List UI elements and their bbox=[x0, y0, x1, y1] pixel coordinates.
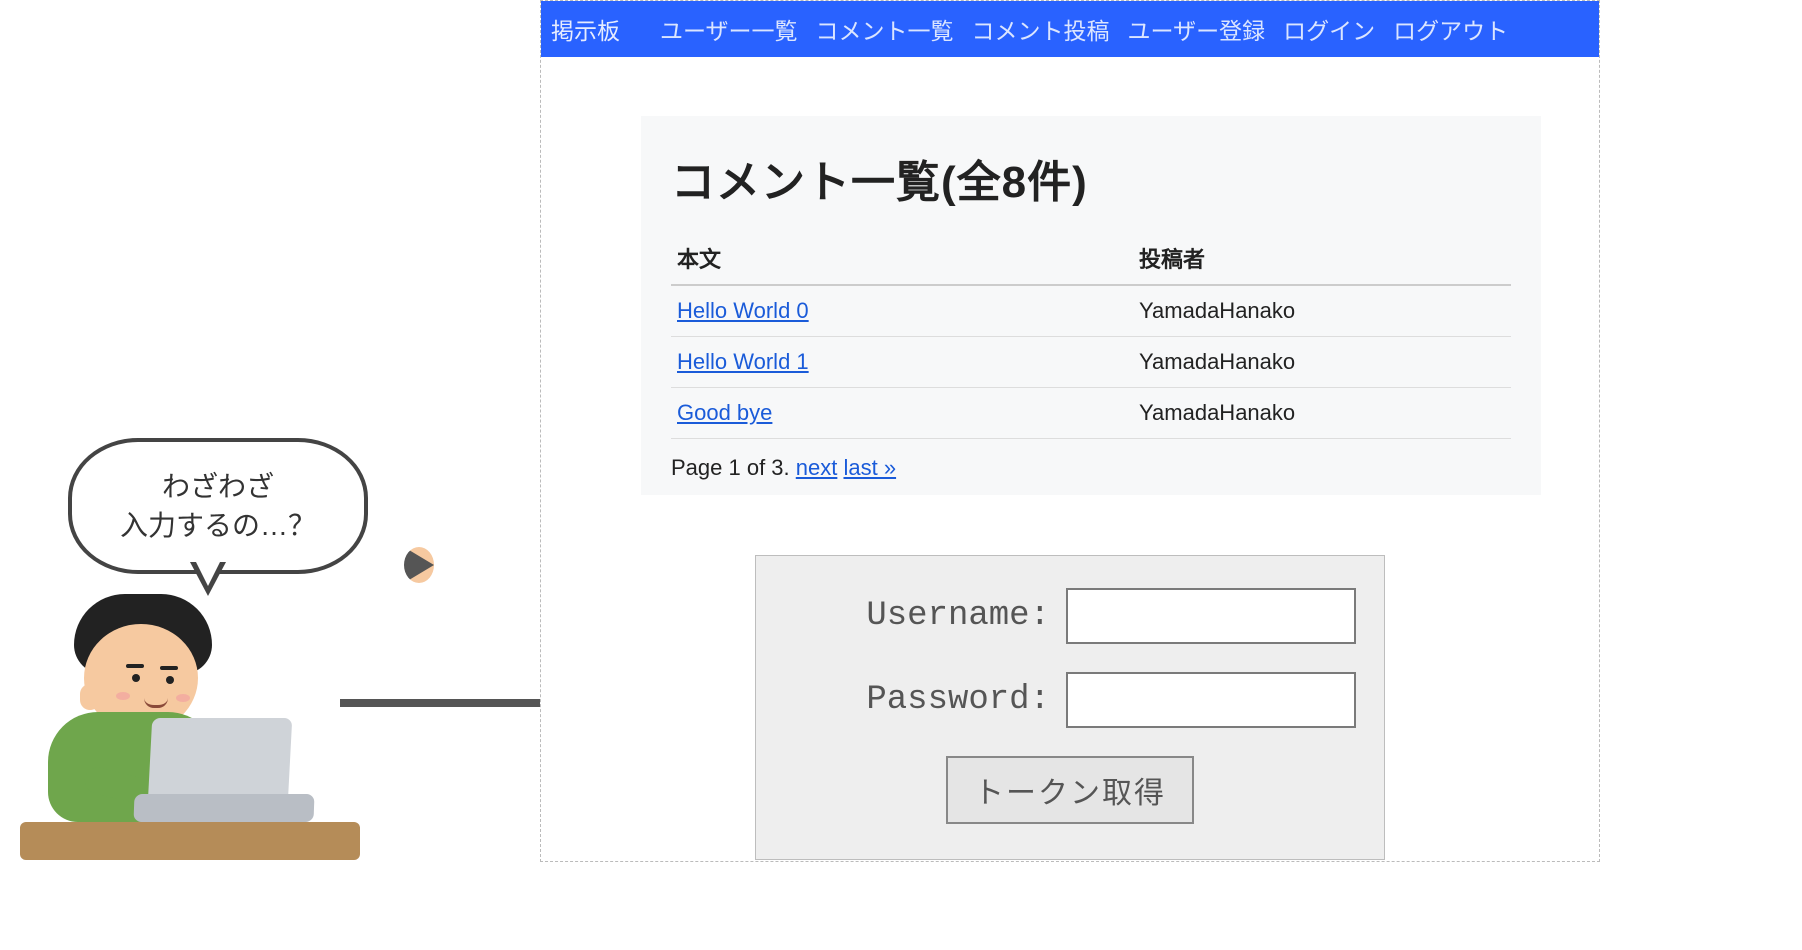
person-brow bbox=[126, 664, 144, 668]
comment-link[interactable]: Hello World 1 bbox=[677, 349, 809, 374]
pager-next[interactable]: next bbox=[796, 455, 838, 480]
comment-author: YamadaHanako bbox=[1133, 337, 1511, 388]
nav-comment-post[interactable]: コメント投稿 bbox=[972, 12, 1110, 46]
arrow-head bbox=[404, 547, 434, 583]
nav-comment-list[interactable]: コメント一覧 bbox=[816, 12, 954, 46]
token-form: Username: Password: トークン取得 bbox=[755, 555, 1385, 860]
comment-link[interactable]: Good bye bbox=[677, 400, 772, 425]
person-eye bbox=[166, 676, 174, 684]
comment-author: YamadaHanako bbox=[1133, 388, 1511, 439]
person-blush bbox=[116, 692, 130, 700]
comment-link[interactable]: Hello World 0 bbox=[677, 298, 809, 323]
brand[interactable]: 掲示板 bbox=[551, 12, 620, 46]
person-eye bbox=[132, 674, 140, 682]
nav-login[interactable]: ログイン bbox=[1283, 12, 1375, 46]
table-row: Good bye YamadaHanako bbox=[671, 388, 1511, 439]
pager: Page 1 of 3. next last » bbox=[671, 455, 1511, 481]
speech-line-2: 入力するの…？ bbox=[120, 506, 316, 545]
col-author: 投稿者 bbox=[1133, 234, 1511, 285]
laptop-keyboard bbox=[134, 794, 315, 822]
table-header-row: 本文 投稿者 bbox=[671, 234, 1511, 285]
nav-user-list[interactable]: ユーザー一覧 bbox=[660, 12, 798, 46]
desk bbox=[20, 822, 360, 860]
password-label: Password: bbox=[786, 681, 1066, 719]
person-blush bbox=[176, 694, 190, 702]
pager-status: Page 1 of 3. bbox=[671, 455, 796, 480]
speech-bubble: わざわざ 入力するの…？ bbox=[68, 438, 368, 574]
title-count: 8 bbox=[1002, 158, 1027, 207]
person-at-laptop-illustration bbox=[20, 590, 360, 860]
person-brow bbox=[160, 666, 178, 670]
nav-user-register[interactable]: ユーザー登録 bbox=[1128, 12, 1266, 46]
col-body: 本文 bbox=[671, 234, 1133, 285]
username-input[interactable] bbox=[1066, 588, 1356, 644]
speech-line-1: わざわざ bbox=[162, 467, 274, 506]
content-card: コメント一覧(全8件) 本文 投稿者 Hello World 0 YamadaH… bbox=[641, 116, 1541, 495]
person-ear bbox=[80, 684, 100, 710]
username-label: Username: bbox=[786, 597, 1066, 635]
page-title: コメント一覧(全8件) bbox=[671, 146, 1511, 210]
laptop-screen bbox=[148, 718, 293, 804]
title-prefix: コメント一覧(全 bbox=[671, 158, 1002, 207]
pager-last[interactable]: last » bbox=[843, 455, 896, 480]
comment-author: YamadaHanako bbox=[1133, 285, 1511, 337]
table-row: Hello World 1 YamadaHanako bbox=[671, 337, 1511, 388]
title-suffix: 件) bbox=[1027, 158, 1088, 207]
navbar: 掲示板 ユーザー一覧 コメント一覧 コメント投稿 ユーザー登録 ログイン ログア… bbox=[541, 1, 1599, 57]
password-input[interactable] bbox=[1066, 672, 1356, 728]
table-row: Hello World 0 YamadaHanako bbox=[671, 285, 1511, 337]
nav-logout[interactable]: ログアウト bbox=[1393, 12, 1508, 46]
get-token-button[interactable]: トークン取得 bbox=[946, 756, 1194, 824]
stage: わざわざ 入力するの…？ 掲示板 ユーザー一覧 コメント一覧 コメン bbox=[0, 0, 1802, 950]
comments-table: 本文 投稿者 Hello World 0 YamadaHanako Hello … bbox=[671, 234, 1511, 439]
